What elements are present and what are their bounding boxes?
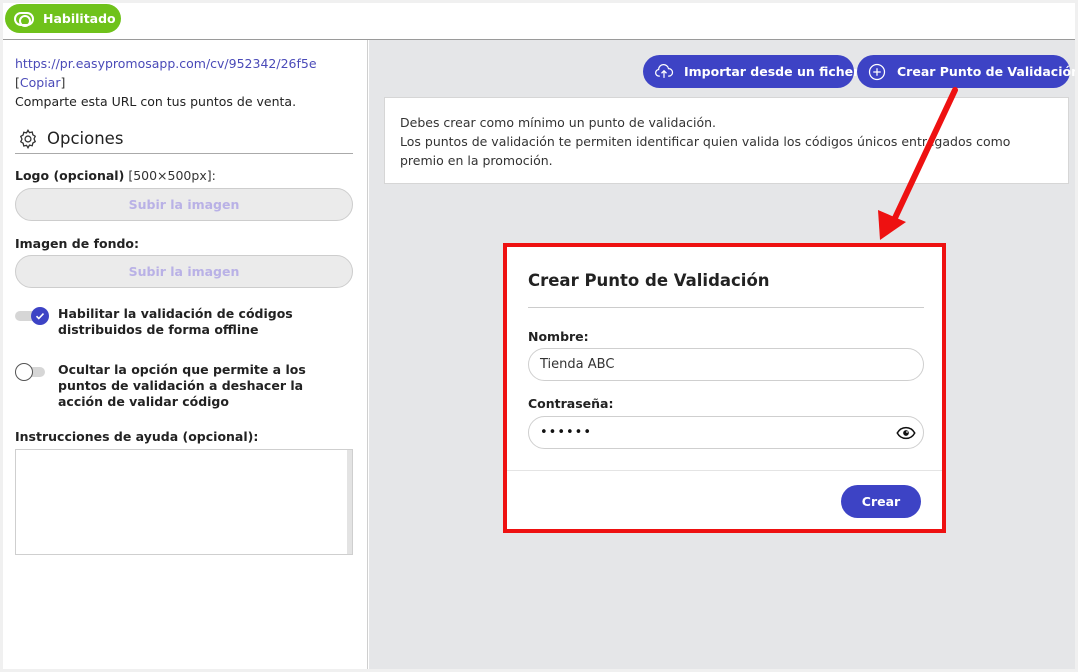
offline-validation-switch[interactable] — [15, 307, 49, 325]
create-submit-button[interactable]: Crear — [841, 485, 921, 518]
password-label: Contraseña: — [528, 396, 614, 411]
dialog-divider — [528, 307, 924, 308]
status-label: Habilitado — [43, 11, 116, 26]
logo-label-text: Logo (opcional) — [15, 168, 125, 183]
instructions-label: Instrucciones de ayuda (opcional): — [15, 429, 259, 444]
create-validation-point-label: Crear Punto de Validación — [897, 64, 1075, 79]
copy-link[interactable]: Copiar — [20, 75, 61, 90]
logo-label: Logo (opcional) [500×500px]: — [15, 168, 216, 183]
top-bar: Habilitado — [3, 3, 1075, 40]
plus-circle-icon — [868, 63, 886, 80]
name-field[interactable]: Tienda ABC — [528, 348, 924, 381]
create-validation-point-button[interactable]: Crear Punto de Validación — [857, 55, 1075, 88]
dialog-footer-divider — [507, 470, 942, 471]
dialog-title: Crear Punto de Validación — [528, 271, 770, 290]
info-notice: Debes crear como mínimo un punto de vali… — [384, 97, 1069, 184]
password-field[interactable]: •••••• — [528, 416, 924, 449]
gear-icon — [19, 128, 37, 149]
toggle-icon — [14, 11, 34, 27]
hide-undo-label: Ocultar la opción que permite a los punt… — [58, 362, 306, 409]
logo-upload-button[interactable]: Subir la imagen — [15, 188, 353, 221]
share-hint: Comparte esta URL con tus puntos de vent… — [15, 94, 297, 109]
offline-validation-row: Habilitar la validación de códigos distr… — [15, 306, 355, 338]
password-value: •••••• — [540, 425, 593, 440]
logo-size-hint: [500×500px]: — [128, 168, 216, 183]
copy-bracket-close: ] — [60, 75, 66, 90]
info-line-2: Los puntos de validación te permiten ide… — [400, 134, 1011, 168]
name-label: Nombre: — [528, 329, 589, 344]
eye-icon[interactable] — [896, 425, 916, 441]
create-point-dialog: Crear Punto de Validación Nombre: Tienda… — [503, 243, 946, 533]
right-panel: Importar desde un fichero Crear Punto de… — [369, 40, 1075, 669]
cloud-upload-icon — [655, 63, 674, 78]
name-value: Tienda ABC — [540, 357, 615, 372]
info-line-1: Debes crear como mínimo un punto de vali… — [400, 115, 716, 130]
undo-option-row: Ocultar la opción que permite a los punt… — [15, 362, 355, 410]
validation-url-link[interactable]: https://pr.easypromosapp.com/cv/952342/2… — [15, 56, 317, 71]
background-label: Imagen de fondo: — [15, 236, 140, 251]
copy-line: [Copiar] — [15, 75, 65, 90]
textarea-scrollbar[interactable] — [347, 450, 352, 554]
options-header: Opciones — [15, 124, 353, 154]
options-title: Opciones — [47, 129, 124, 148]
instructions-textarea[interactable] — [15, 449, 353, 555]
offline-validation-label: Habilitar la validación de códigos distr… — [58, 306, 293, 337]
import-file-button[interactable]: Importar desde un fichero — [643, 55, 868, 88]
hide-undo-switch[interactable] — [15, 363, 49, 381]
status-toggle-button[interactable]: Habilitado — [5, 4, 121, 33]
background-upload-button[interactable]: Subir la imagen — [15, 255, 353, 288]
left-panel: https://pr.easypromosapp.com/cv/952342/2… — [3, 40, 368, 669]
import-file-label: Importar desde un fichero — [684, 64, 868, 79]
app-window: Habilitado https://pr.easypromosapp.com/… — [3, 3, 1075, 669]
check-icon — [35, 313, 45, 320]
